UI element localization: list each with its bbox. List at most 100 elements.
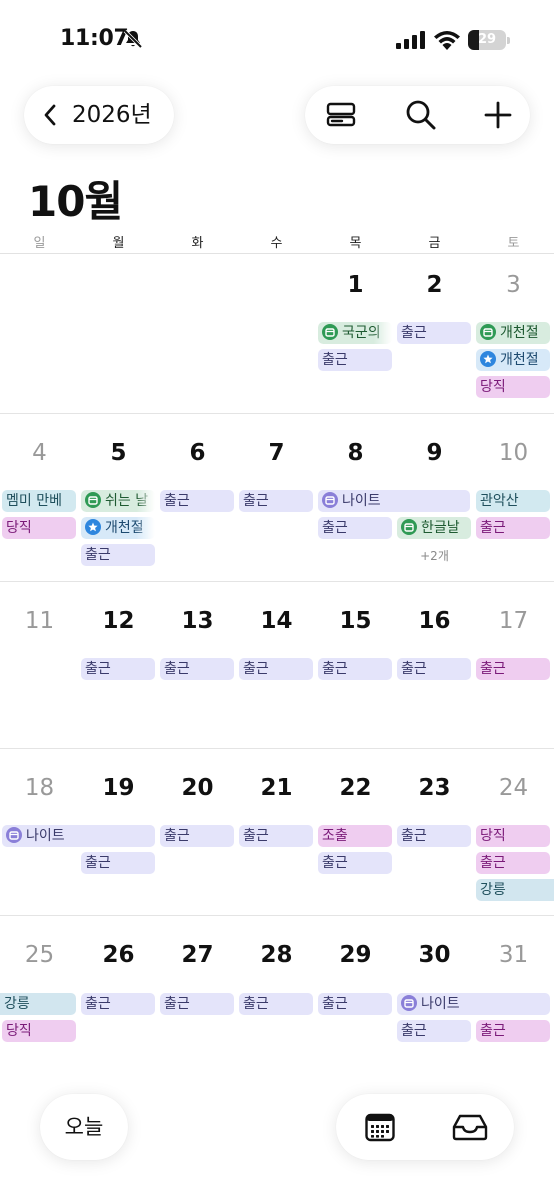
event-chip[interactable]: 당직 — [2, 517, 76, 539]
event-chip[interactable]: 출근 — [476, 517, 550, 539]
calendar-view-button[interactable] — [360, 1108, 400, 1146]
more-events-link[interactable]: +2개 — [395, 547, 474, 564]
day-13[interactable]: 13 — [158, 608, 237, 634]
weekday-mon: 월 — [112, 236, 125, 251]
event-chip[interactable]: 출근 — [160, 658, 234, 680]
event-chip[interactable]: 출근 — [160, 825, 234, 847]
event-chip[interactable]: 출근 — [239, 993, 313, 1015]
calendar-badge-icon — [480, 323, 496, 340]
event-chip[interactable]: 출근 — [397, 322, 471, 344]
day-1[interactable]: 1 — [316, 272, 395, 298]
day-7[interactable]: 7 — [237, 440, 316, 466]
day-5[interactable]: 5 — [79, 440, 158, 466]
event-title: 출근 — [401, 325, 427, 341]
day-31[interactable]: 31 — [474, 942, 553, 968]
year-label: 2026년 — [72, 102, 152, 128]
event-chip[interactable]: 출근 — [239, 658, 313, 680]
day-16[interactable]: 16 — [395, 608, 474, 634]
day-18[interactable]: 18 — [0, 775, 79, 801]
event-chip-multiday[interactable]: 나이트 — [2, 825, 155, 847]
day-17[interactable]: 17 — [474, 608, 553, 634]
event-chip[interactable]: 당직 — [476, 825, 550, 847]
event-chip[interactable]: 당직 — [2, 1020, 76, 1042]
event-chip[interactable]: 개천절 — [476, 349, 550, 371]
event-chip[interactable]: 강릉 — [0, 993, 76, 1015]
day-19[interactable]: 19 — [79, 775, 158, 801]
event-chip[interactable]: 출근 — [318, 349, 392, 371]
day-3[interactable]: 3 — [474, 272, 553, 298]
day-15[interactable]: 15 — [316, 608, 395, 634]
bell-slash-icon — [123, 29, 143, 49]
add-event-button[interactable] — [478, 96, 518, 134]
day-14[interactable]: 14 — [237, 608, 316, 634]
calendar-icon — [365, 1113, 395, 1142]
event-chip[interactable]: 관악산 — [476, 490, 550, 512]
event-title: 출근 — [164, 493, 190, 509]
day-6[interactable]: 6 — [158, 440, 237, 466]
event-chip-multiday[interactable]: 나이트 — [397, 993, 550, 1015]
inbox-button[interactable] — [450, 1108, 490, 1146]
event-chip[interactable]: 출근 — [81, 993, 155, 1015]
day-24[interactable]: 24 — [474, 775, 553, 801]
star-badge-icon — [85, 518, 101, 535]
day-28[interactable]: 28 — [237, 942, 316, 968]
event-title: 출근 — [85, 661, 111, 677]
event-chip[interactable]: 출근 — [318, 993, 392, 1015]
day-29[interactable]: 29 — [316, 942, 395, 968]
plus-icon — [484, 101, 512, 129]
event-chip-multiday[interactable]: 나이트 — [318, 490, 470, 512]
event-chip[interactable]: 강릉 — [476, 879, 554, 901]
day-27[interactable]: 27 — [158, 942, 237, 968]
day-9[interactable]: 9 — [395, 440, 474, 466]
event-chip[interactable]: 출근 — [81, 852, 155, 874]
search-button[interactable] — [401, 96, 441, 134]
day-30[interactable]: 30 — [395, 942, 474, 968]
event-chip[interactable]: 출근 — [476, 852, 550, 874]
day-20[interactable]: 20 — [158, 775, 237, 801]
event-chip[interactable]: 출근 — [397, 1020, 471, 1042]
day-8[interactable]: 8 — [316, 440, 395, 466]
event-chip[interactable]: 출근 — [239, 490, 313, 512]
day-11[interactable]: 11 — [0, 608, 79, 634]
event-title: 출근 — [85, 855, 111, 871]
event-chip[interactable]: 국군의 — [318, 322, 392, 344]
event-chip[interactable]: 멤미 만베 — [2, 490, 76, 512]
day-10[interactable]: 10 — [474, 440, 553, 466]
list-view-button[interactable] — [321, 96, 361, 134]
event-chip[interactable]: 출근 — [239, 825, 313, 847]
event-chip[interactable]: 출근 — [397, 658, 471, 680]
day-21[interactable]: 21 — [237, 775, 316, 801]
day-12[interactable]: 12 — [79, 608, 158, 634]
event-chip[interactable]: 개천절 — [476, 322, 550, 344]
event-chip[interactable]: 출근 — [476, 658, 550, 680]
event-chip[interactable]: 출근 — [160, 490, 234, 512]
battery-indicator: 29 — [468, 30, 510, 50]
event-chip[interactable]: 출근 — [81, 544, 155, 566]
event-chip[interactable]: 출근 — [476, 1020, 550, 1042]
event-chip[interactable]: 출근 — [81, 658, 155, 680]
event-chip[interactable]: 당직 — [476, 376, 550, 398]
event-chip[interactable]: 쉬는 날 — [81, 490, 155, 512]
day-2[interactable]: 2 — [395, 272, 474, 298]
day-4[interactable]: 4 — [0, 440, 79, 466]
chevron-left-icon — [44, 104, 56, 126]
event-chip[interactable]: 출근 — [318, 658, 392, 680]
back-to-year-button[interactable]: 2026년 — [24, 86, 174, 144]
day-23[interactable]: 23 — [395, 775, 474, 801]
event-chip[interactable]: 출근 — [318, 852, 392, 874]
event-chip[interactable]: 조출 — [318, 825, 392, 847]
event-chip[interactable]: 출근 — [318, 517, 392, 539]
day-25[interactable]: 25 — [0, 942, 79, 968]
event-title: 출근 — [243, 661, 269, 677]
event-chip[interactable]: 출근 — [397, 825, 471, 847]
search-icon — [406, 100, 436, 130]
event-title: 출근 — [480, 661, 506, 677]
day-22[interactable]: 22 — [316, 775, 395, 801]
calendar-badge-icon — [401, 994, 417, 1011]
event-chip[interactable]: 출근 — [160, 993, 234, 1015]
calendar-badge-icon — [6, 826, 22, 843]
day-26[interactable]: 26 — [79, 942, 158, 968]
event-chip[interactable]: 한글날 — [397, 517, 471, 539]
today-button[interactable]: 오늘 — [40, 1094, 128, 1160]
event-chip[interactable]: 개천절 — [81, 517, 155, 539]
